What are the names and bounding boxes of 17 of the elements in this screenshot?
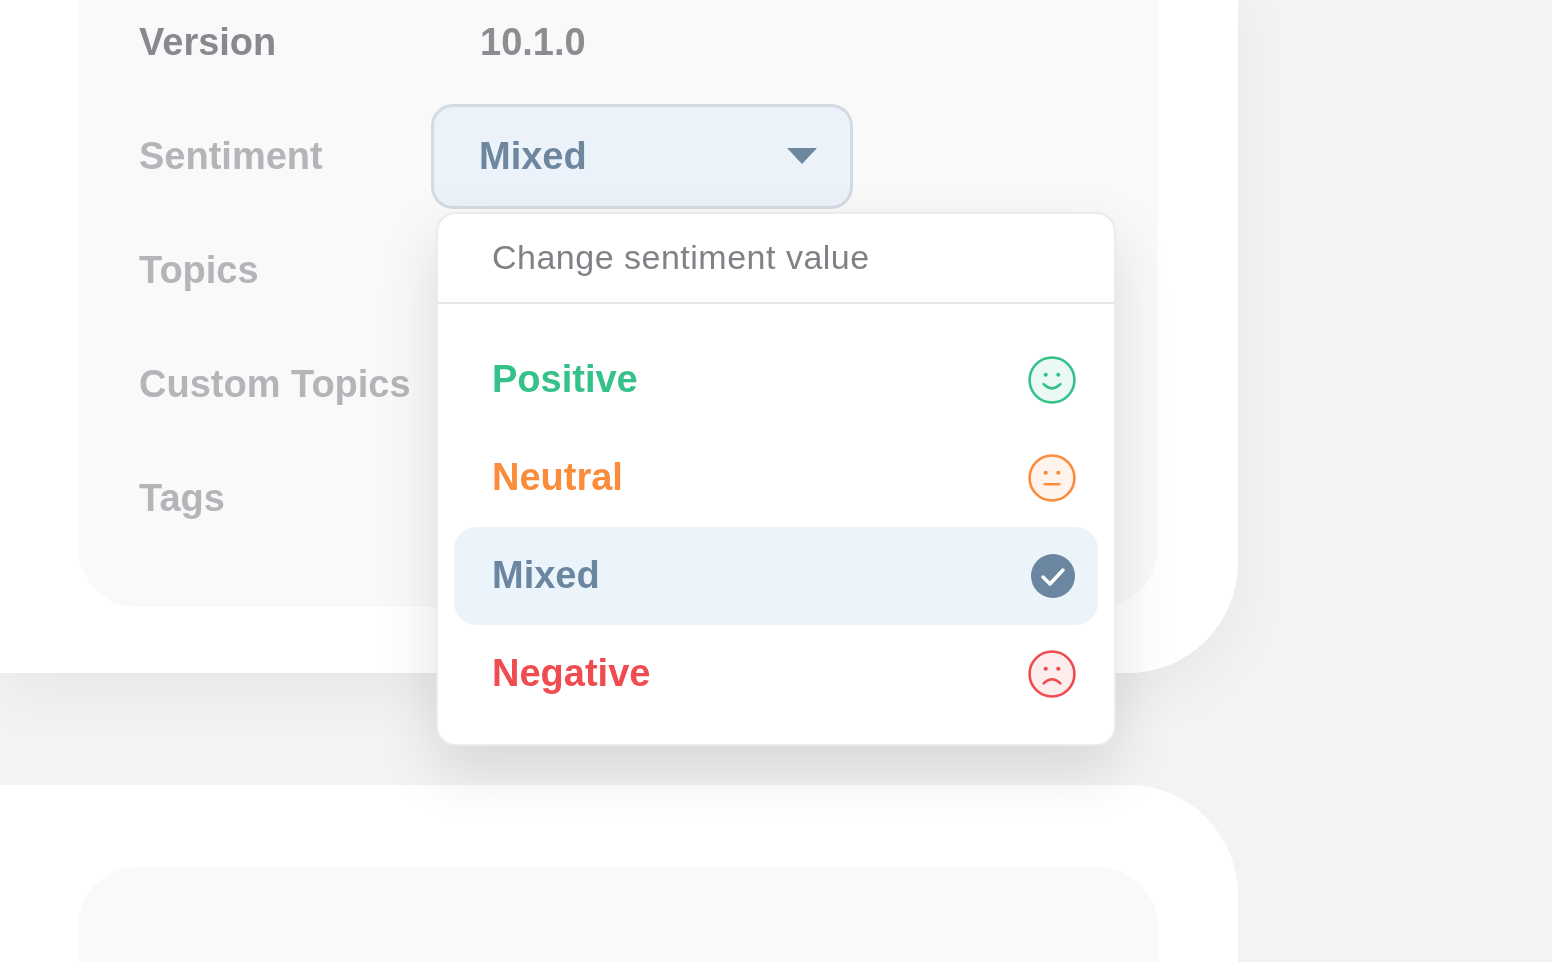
field-label: Custom Topics bbox=[139, 362, 412, 406]
sentiment-dropdown[interactable]: Mixed bbox=[431, 103, 853, 209]
field-value: 10.1.0 bbox=[480, 20, 586, 64]
menu-option[interactable]: Positive bbox=[454, 330, 1098, 429]
neutral-face-icon bbox=[1028, 453, 1076, 502]
field-label: Tags bbox=[139, 476, 226, 520]
field-label: Sentiment bbox=[139, 134, 324, 178]
menu-option[interactable]: Negative bbox=[454, 624, 1098, 723]
field-label: Version bbox=[139, 20, 278, 64]
menu-option[interactable]: Mixed bbox=[454, 526, 1098, 625]
check-circle-icon bbox=[1030, 552, 1076, 599]
menu-option[interactable]: Neutral bbox=[454, 428, 1098, 527]
smile-face-icon bbox=[1028, 355, 1076, 404]
menu-title: Change sentiment value bbox=[438, 213, 1114, 304]
caret-icon bbox=[786, 147, 818, 165]
sad-face-icon bbox=[1028, 649, 1076, 698]
field-label: Topics bbox=[139, 248, 260, 292]
